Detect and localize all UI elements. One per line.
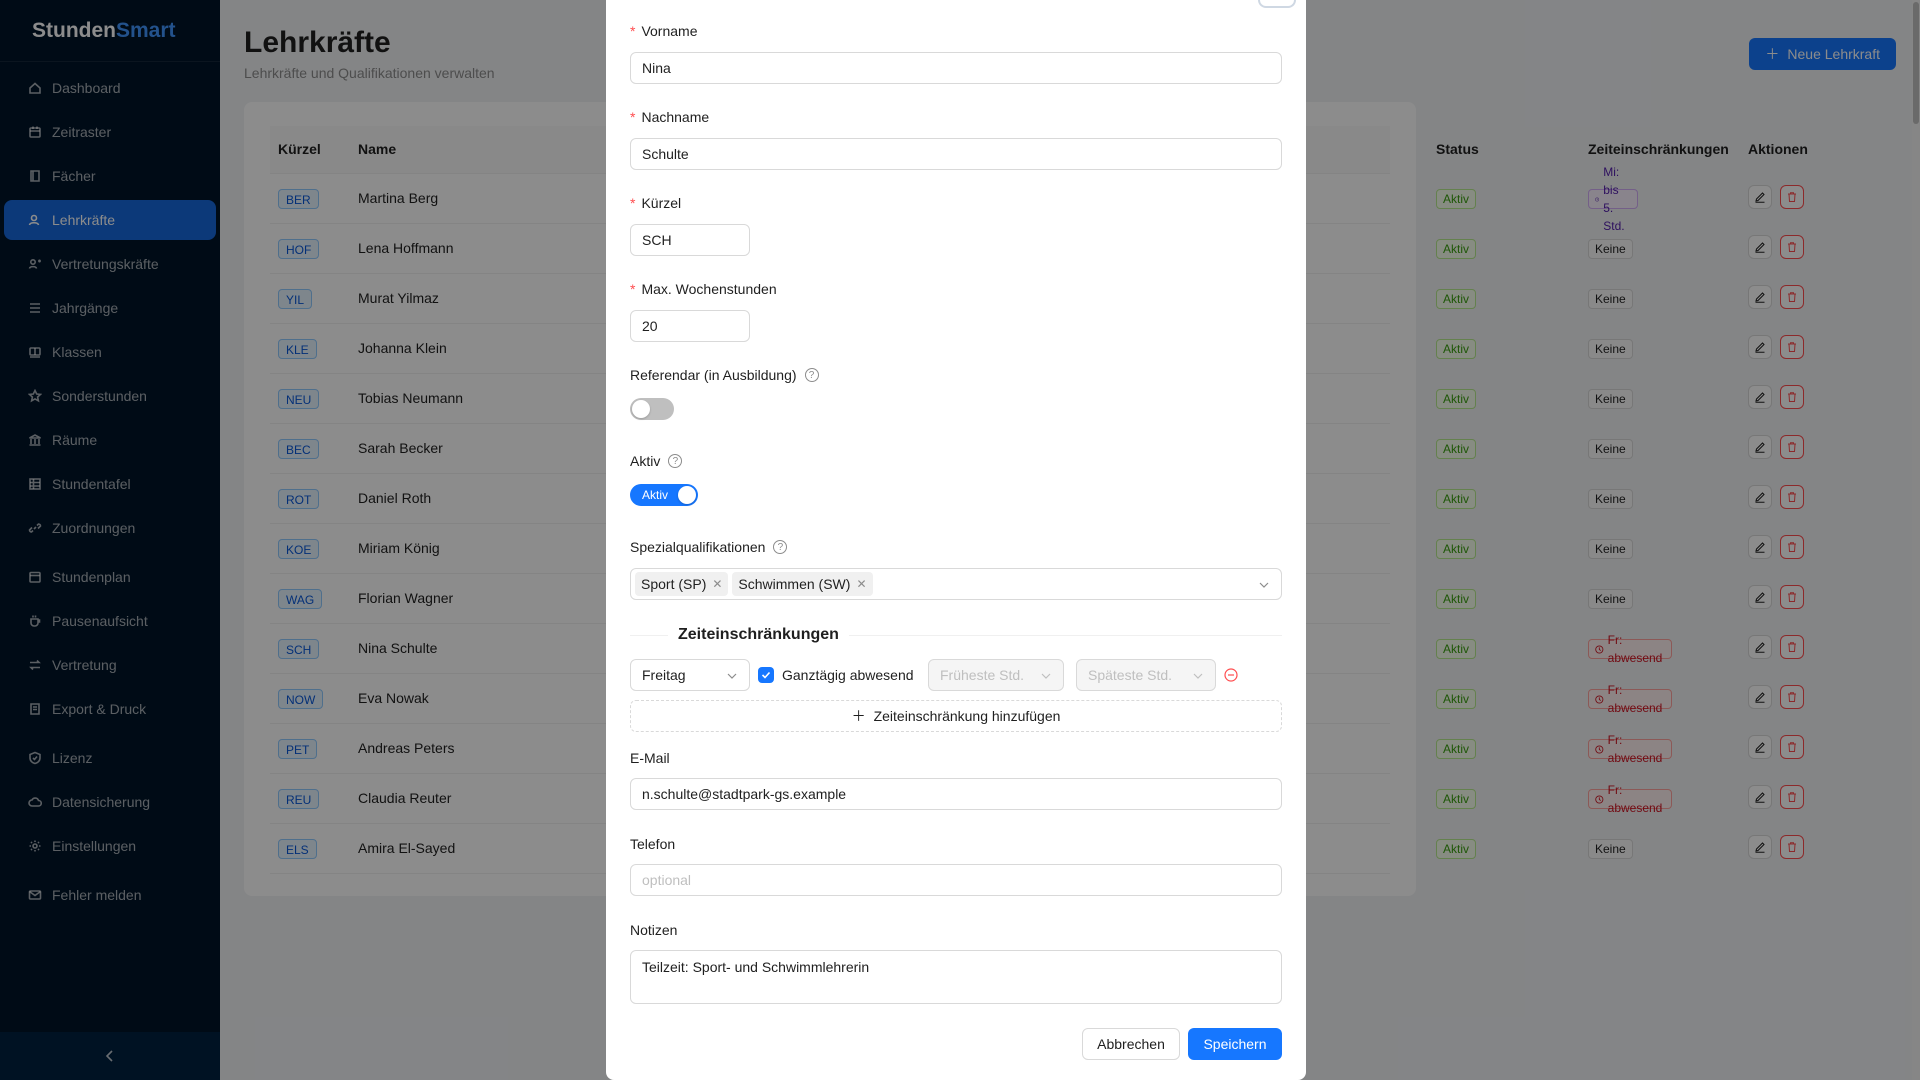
- latest-placeholder: Späteste Std.: [1088, 667, 1173, 683]
- earliest-placeholder: Früheste Std.: [940, 667, 1025, 683]
- nachname-label: * Nachname: [630, 109, 710, 125]
- plus-icon: ＋: [851, 708, 866, 724]
- referendar-label: Referendar (in Ausbildung)?: [630, 367, 819, 383]
- telefon-input[interactable]: optional: [630, 864, 1282, 896]
- edit-teacher-modal: * Vorname Nina * Nachname Schulte * Kürzel …: [606, 0, 1306, 1080]
- earliest-hour-select[interactable]: Früheste Std.: [928, 659, 1064, 691]
- cancel-button[interactable]: Abbrechen: [1082, 1028, 1180, 1060]
- wochenstunden-input[interactable]: 20: [630, 310, 750, 342]
- spezial-label: Spezialqualifikationen?: [630, 539, 788, 555]
- chevron-down-icon: [1041, 673, 1051, 679]
- aktiv-switch[interactable]: Aktiv: [630, 484, 698, 506]
- latest-hour-select[interactable]: Späteste Std.: [1076, 659, 1216, 691]
- close-icon[interactable]: ✕: [712, 577, 722, 591]
- allday-label[interactable]: Ganztägig abwesend: [782, 667, 914, 683]
- question-circle-icon[interactable]: ?: [773, 540, 788, 554]
- kuerzel-input[interactable]: SCH: [630, 224, 750, 256]
- spezial-tag: Schwimmen (SW) ✕: [732, 572, 873, 596]
- email-input[interactable]: n.schulte@stadtpark-gs.example: [630, 778, 1282, 810]
- chevron-down-icon: [727, 673, 737, 679]
- chevron-down-icon: [1193, 673, 1203, 679]
- close-icon[interactable]: ✕: [856, 577, 866, 591]
- wochenstunden-label: * Max. Wochenstunden: [630, 281, 777, 297]
- spezial-select[interactable]: Sport (SP) ✕ Schwimmen (SW) ✕: [630, 568, 1282, 600]
- vorname-input[interactable]: Nina: [630, 52, 1282, 84]
- allday-checkbox[interactable]: [758, 667, 774, 683]
- save-button[interactable]: Speichern: [1188, 1028, 1282, 1060]
- check-icon: [761, 671, 771, 679]
- email-label: E-Mail: [630, 750, 670, 766]
- add-zeit-label: Zeiteinschränkung hinzufügen: [873, 708, 1061, 724]
- zeit-section-title: Zeiteinschränkungen: [668, 626, 849, 644]
- kuerzel-label: * Kürzel: [630, 195, 682, 211]
- vorname-label: * Vorname: [630, 23, 698, 39]
- telefon-label: Telefon: [630, 836, 676, 852]
- modal-close-button[interactable]: [1258, 0, 1296, 8]
- zeit-day-value: Freitag: [642, 667, 686, 683]
- chevron-down-icon: [1259, 582, 1269, 588]
- spezial-tag: Sport (SP) ✕: [635, 572, 729, 596]
- aktiv-label: Aktiv?: [630, 453, 683, 469]
- question-circle-icon[interactable]: ?: [804, 368, 819, 382]
- notizen-textarea[interactable]: Teilzeit: Sport- und Schwimmlehrerin: [630, 950, 1282, 1004]
- minus-circle-icon[interactable]: [1224, 668, 1238, 682]
- add-zeit-button[interactable]: ＋ Zeiteinschränkung hinzufügen: [630, 700, 1282, 732]
- referendar-switch[interactable]: [630, 398, 674, 420]
- aktiv-switch-text: Aktiv: [642, 488, 669, 502]
- question-circle-icon[interactable]: ?: [668, 454, 683, 468]
- nachname-input[interactable]: Schulte: [630, 138, 1282, 170]
- switch-knob: [678, 486, 696, 504]
- zeit-day-select[interactable]: Freitag: [630, 659, 750, 691]
- notizen-label: Notizen: [630, 922, 678, 938]
- switch-knob: [632, 400, 650, 418]
